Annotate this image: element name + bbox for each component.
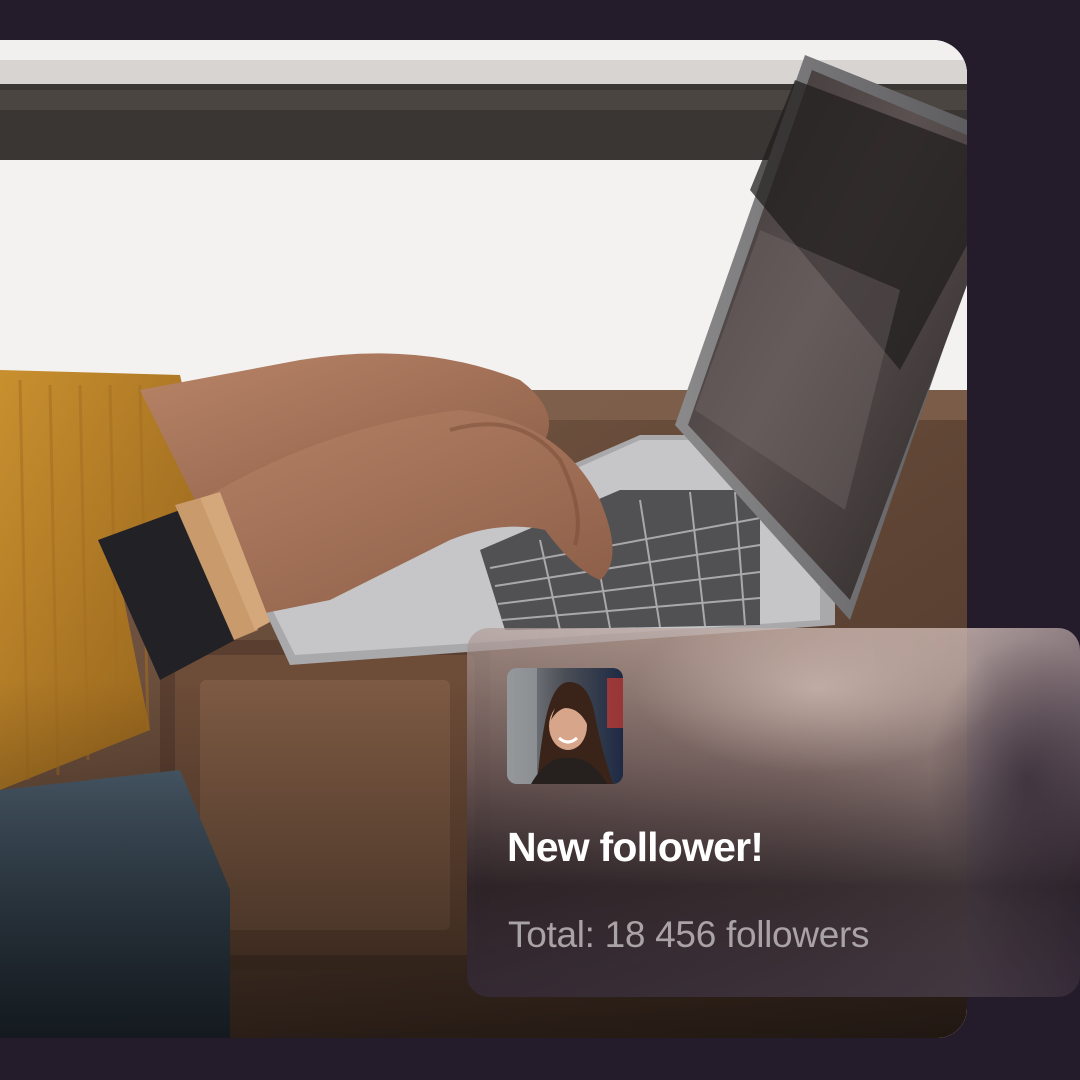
follower-avatar-icon <box>507 668 623 784</box>
notification-title: New follower! <box>507 824 764 870</box>
page-canvas: New follower! Total: 18 456 followers <box>0 0 1080 1080</box>
follower-avatar[interactable] <box>507 668 623 784</box>
new-follower-notification[interactable]: New follower! Total: 18 456 followers <box>467 628 1080 997</box>
follower-total: Total: 18 456 followers <box>508 914 870 955</box>
